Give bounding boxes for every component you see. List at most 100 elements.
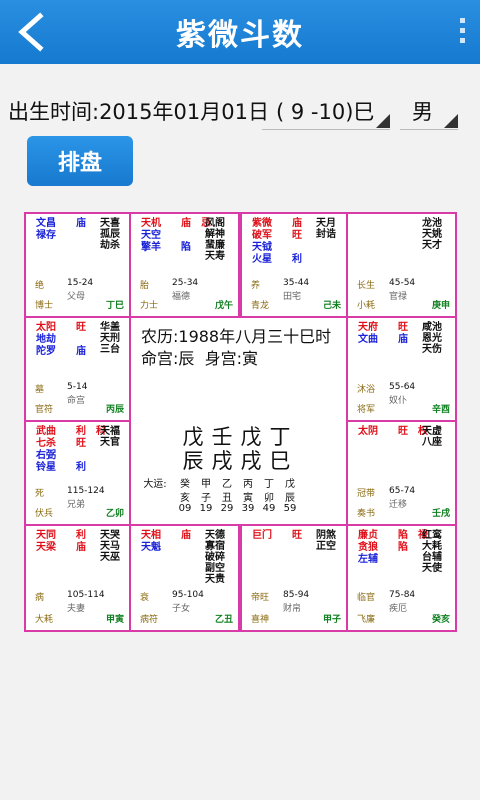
star-name: 天梁 xyxy=(36,542,56,553)
minor-star: 劫杀 xyxy=(100,240,120,251)
star: 铃星 利 xyxy=(36,462,124,474)
star: 右弼 xyxy=(36,450,124,462)
palace-cell-hai[interactable]: 廉贞陷禄贪狼陷左辅 红鸾 大耗 台辅 天使 临官 75-84 疾厄 飞廉 癸亥 xyxy=(346,524,457,632)
palace-name: 疾厄 xyxy=(389,604,408,614)
star-name: 天魁 xyxy=(141,542,161,553)
hour-select[interactable]: ( 9 -10)巳 xyxy=(262,92,390,130)
palace-cell-si[interactable]: 文昌 庙禄存 天喜 孤辰 劫杀绝 15-24 父母 博士 丁巳 xyxy=(24,212,131,318)
minor-star: 风阁 xyxy=(205,218,225,229)
minor-star: 天哭 xyxy=(100,530,120,541)
star-name: 太阴 xyxy=(358,426,378,437)
bazi-branches: 辰戌戌巳 xyxy=(182,449,299,473)
minor-star: 大耗 xyxy=(422,541,442,552)
star-brightness: 庙 xyxy=(292,218,302,229)
dropdown-arrow-icon xyxy=(444,114,458,128)
dayun-branches: 寅 xyxy=(243,493,253,504)
boshi-god: 青龙 xyxy=(251,301,270,311)
star-name: 破军 xyxy=(252,230,272,241)
star-brightness: 旺 xyxy=(76,322,86,333)
star-brightness: 利 xyxy=(292,254,302,265)
star-brightness: 旺 xyxy=(292,230,302,241)
dayun-stems: 丁 xyxy=(264,479,274,490)
life-stage: 死 xyxy=(35,489,45,499)
star-name: 左辅 xyxy=(358,554,378,565)
minor-star: 蜚廉 xyxy=(205,240,225,251)
minor-star: 龙池 xyxy=(422,218,442,229)
chart-center-info: 农历:1988年八月三十巳时 命宫:辰 身宫:寅 戊壬戊丁 辰戌戌巳 大运: 癸甲… xyxy=(129,317,352,527)
palace-name: 财帛 xyxy=(283,604,302,614)
star-brightness: 旺 xyxy=(292,530,302,541)
minor-stars: 红鸾 大耗 台辅 天使 xyxy=(422,530,442,574)
app-header: 紫微斗数 xyxy=(0,0,480,64)
birth-time-field[interactable]: 出生时间:2015年01月01日 xyxy=(8,96,269,126)
star-brightness: 旺 xyxy=(76,438,86,449)
dayun-ages: 39 xyxy=(241,503,255,514)
stem-branch: 辛酉 xyxy=(431,405,450,415)
palace-cell-chou[interactable]: 天相 庙天魁 天德 寡宿 破碎 副空 天贵衰 95-104 子女 病符 乙丑 xyxy=(129,524,240,632)
dayun-branches: 子 xyxy=(201,493,211,504)
life-stage: 帝旺 xyxy=(251,593,270,603)
minor-star: 红鸾 xyxy=(422,530,442,541)
palace-cell-yin[interactable]: 天同 利天梁 庙 天哭 天马 天巫病 105-114 夫妻 大耗 甲寅 xyxy=(24,524,131,632)
life-stage: 胎 xyxy=(140,281,150,291)
stem-branch: 癸亥 xyxy=(431,615,450,625)
life-stage: 绝 xyxy=(35,281,45,291)
age-range: 15-24 xyxy=(67,278,94,288)
palace-cell-you[interactable]: 天府 旺文曲 庙 咸池 恩光 天伤 沐浴 55-64 奴仆 将军 辛酉 xyxy=(346,316,457,422)
star-brightness: 旺 xyxy=(398,322,408,333)
minor-star: 解神 xyxy=(205,229,225,240)
star-name: 紫微 xyxy=(252,218,272,229)
back-arrow-icon[interactable] xyxy=(12,12,52,52)
stem-branch: 甲子 xyxy=(322,615,341,625)
age-range: 65-74 xyxy=(389,486,416,496)
minor-star: 八座 xyxy=(422,437,442,448)
dayun-branches: 卯 xyxy=(264,493,274,504)
page-title: 紫微斗数 xyxy=(176,18,304,53)
star-brightness: 利 xyxy=(76,530,86,541)
palace-name: 子女 xyxy=(172,604,191,614)
star-name: 铃星 xyxy=(36,462,56,473)
boshi-god: 力士 xyxy=(140,301,159,311)
star-brightness: 庙 xyxy=(76,542,86,553)
star-brightness: 利 xyxy=(76,462,86,473)
overflow-menu-icon[interactable] xyxy=(458,18,466,46)
minor-star: 天马 xyxy=(100,541,120,552)
palace-cell-wei[interactable]: 紫微 庙破军 旺天钺 火星 利 天月 封诰养 35-44 田宅 青龙 己未 xyxy=(240,212,348,318)
life-stage: 沐浴 xyxy=(357,385,376,395)
minor-star: 天德 xyxy=(205,530,225,541)
boshi-god: 大耗 xyxy=(35,615,54,625)
minor-star: 天官 xyxy=(100,437,120,448)
age-range: 85-94 xyxy=(283,590,310,600)
minor-star: 天使 xyxy=(422,563,442,574)
minor-star: 恩光 xyxy=(422,333,442,344)
boshi-god: 小耗 xyxy=(357,301,376,311)
paipan-button[interactable]: 排盘 xyxy=(27,136,133,186)
gender-select[interactable]: 男 xyxy=(400,92,458,130)
dayun-ages: 19 xyxy=(199,503,213,514)
dayun-stems: 戊 xyxy=(285,479,295,490)
star-name: 贪狼 xyxy=(358,542,378,553)
minor-star: 天巫 xyxy=(100,552,120,563)
minor-star: 天福 xyxy=(100,426,120,437)
star-brightness: 旺 xyxy=(398,426,408,437)
star-name: 武曲 xyxy=(36,426,56,437)
dayun-stems: 乙 xyxy=(222,479,232,490)
palace-cell-shen[interactable]: 龙池 天姚 天才 长生 45-54 官禄 小耗 庚申 xyxy=(346,212,457,318)
palace-cell-wu[interactable]: 天机庙忌天空 擎羊陷风阁 解神 蜚廉 天寿胎 25-34 福德 力士 戊午 xyxy=(129,212,240,318)
palace-cell-chen[interactable]: 太阳 旺地劫 陀罗 庙 华盖 天刑 三台墓 5-14 命宫 官符 丙辰 xyxy=(24,316,131,422)
minor-stars: 天哭 天马 天巫 xyxy=(100,530,120,563)
star-name: 天同 xyxy=(36,530,56,541)
star-brightness: 庙 xyxy=(181,218,191,229)
boshi-god: 官符 xyxy=(35,405,54,415)
minor-star: 台辅 xyxy=(422,552,442,563)
star-name: 廉贞 xyxy=(358,530,378,541)
palace-cell-mao[interactable]: 武曲利科七杀旺右弼 铃星利天福 天官死 115-124 兄弟 伏兵 乙卯 xyxy=(24,420,131,526)
dayun-branches: 辰 xyxy=(285,493,295,504)
age-range: 25-34 xyxy=(172,278,199,288)
palace-cell-xu[interactable]: 太阴旺权天虚 八座 冠带 65-74 迁移 奏书 壬戌 xyxy=(346,420,457,526)
minor-stars: 天虚 八座 xyxy=(422,426,442,448)
palace-name: 福德 xyxy=(172,292,191,302)
minor-stars: 天福 天官 xyxy=(100,426,120,448)
palace-cell-zi[interactable]: 巨门 旺 阴煞 正空 帝旺 85-94 财帛 喜神 甲子 xyxy=(240,524,348,632)
minor-star: 天姚 xyxy=(422,229,442,240)
